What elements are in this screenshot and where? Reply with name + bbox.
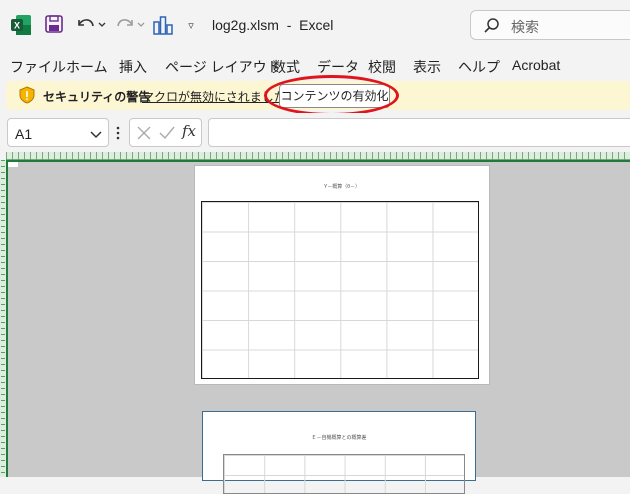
svg-text:X: X <box>14 21 20 31</box>
selected-cell[interactable] <box>8 162 18 167</box>
chart-1-title: Y－概算（θ－） <box>323 184 361 190</box>
chart-2-plot-area[interactable] <box>223 454 465 494</box>
ruler-ticks <box>6 152 630 160</box>
formula-bar: A1 fx <box>0 113 630 153</box>
window-title: log2g.xlsm - Excel <box>212 17 333 33</box>
file-name: log2g.xlsm <box>212 17 279 33</box>
redo-icon[interactable] <box>113 14 147 34</box>
search-placeholder: 検索 <box>511 19 539 35</box>
shield-warning-icon <box>19 86 35 107</box>
security-warning-bar: セキュリティの警告 マクロが無効にされました。 コンテンツの有効化 <box>6 81 630 110</box>
excel-icon[interactable]: X <box>10 14 32 36</box>
search-icon <box>483 17 501 38</box>
cancel-icon[interactable] <box>136 125 152 144</box>
title-bar: X ▿ log2g.xlsm - Excel 検索 <box>0 0 630 50</box>
search-box[interactable]: 検索 <box>470 10 630 40</box>
horizontal-ruler <box>6 152 630 160</box>
tab-file[interactable]: ファイル <box>10 57 66 77</box>
print-page-2[interactable]: Ｅ－自機概算との概算差 <box>202 411 476 494</box>
name-box-value: A1 <box>15 126 33 142</box>
title-separator: - <box>286 17 292 33</box>
enter-icon[interactable] <box>158 125 176 144</box>
app-name: Excel <box>299 17 334 33</box>
tab-insert[interactable]: 挿入 <box>119 57 147 77</box>
security-warning-title: セキュリティの警告 <box>43 90 151 104</box>
print-page-1[interactable]: Y－概算（θ－） <box>194 165 490 385</box>
tab-acrobat[interactable]: Acrobat <box>512 57 560 73</box>
insert-function-button[interactable]: fx <box>182 122 196 140</box>
tab-formulas[interactable]: 数式 <box>272 57 300 77</box>
chart-2-title: Ｅ－自機概算との概算差 <box>311 435 367 441</box>
name-box[interactable]: A1 <box>7 118 109 147</box>
undo-icon[interactable] <box>74 14 108 34</box>
tab-home[interactable]: ホーム <box>66 57 108 77</box>
vertical-ruler-ticks <box>1 160 5 477</box>
tab-help[interactable]: ヘルプ <box>458 57 500 77</box>
chart-icon[interactable] <box>152 14 174 36</box>
more-options-icon[interactable] <box>114 124 122 142</box>
save-icon[interactable] <box>44 14 64 34</box>
formula-controls: fx <box>129 118 202 147</box>
tab-view[interactable]: 表示 <box>413 57 441 77</box>
macros-disabled-link[interactable]: マクロが無効にされました。 <box>142 88 298 105</box>
tab-data[interactable]: データ <box>317 57 359 77</box>
tab-review[interactable]: 校閲 <box>368 57 396 77</box>
chart-1-plot-area[interactable] <box>201 201 479 379</box>
chevron-down-icon[interactable] <box>90 128 102 143</box>
ribbon-tabs: ファイル ホーム 挿入 ページ レイアウト 数式 データ 校閲 表示 ヘルプ A… <box>0 50 630 78</box>
enable-content-button[interactable]: コンテンツの有効化 <box>279 84 390 108</box>
formula-input[interactable] <box>208 118 630 147</box>
tab-page-layout[interactable]: ページ レイアウト <box>165 57 281 77</box>
customize-qat-button[interactable]: ▿ <box>183 14 199 36</box>
